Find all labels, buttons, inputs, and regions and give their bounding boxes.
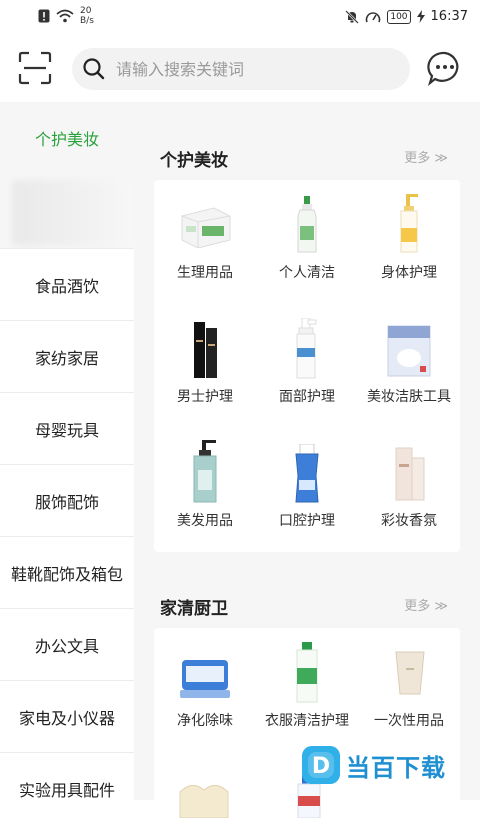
category-sidebar: 个护美妆 食品酒饮 家纺家居 母婴玩具 服饰配饰 鞋靴配饰及箱包 办公文具 家电… [0,102,134,824]
product-grid: 生理用品 个人清洁 身体护理 男士护理 面部护理 美妆洁肤工具 美发用品 口腔护… [154,180,460,552]
search-icon [83,58,105,80]
cleanser-bottle-image [297,196,317,253]
sidebar-item-food[interactable]: 食品酒饮 [0,248,134,320]
sidebar-item-baby-toys[interactable]: 母婴玩具 [0,392,134,464]
status-right: 100 16:37 [345,9,468,24]
mouthwash-bottle-image [295,444,319,503]
sidebar-item-home-textile[interactable]: 家纺家居 [0,320,134,392]
grid-item-body-care[interactable]: 身体护理 [358,180,460,300]
section-title: 个护美妆 [160,151,228,171]
watermark: D 当百下载 [302,746,446,784]
grid-item-hair-care[interactable]: 美发用品 [154,428,256,548]
search-input[interactable] [116,48,396,90]
speedometer-icon [366,11,381,22]
watermark-text: 当百下载 [346,753,446,782]
more-link[interactable]: 更多 ≫ [404,595,448,614]
scan-icon [18,51,52,85]
watermark-logo-icon: D [302,746,340,784]
deodorizer-box-image [180,660,230,698]
tissue-box-image [179,785,229,818]
charging-icon [416,10,425,23]
grid-item-personal-clean[interactable]: 个人清洁 [256,180,358,300]
grid-item-mens-care[interactable]: 男士护理 [154,304,256,424]
pad-box-image [181,207,231,248]
status-left: 20 B/s [38,6,94,26]
message-button[interactable] [427,50,463,87]
sidebar-item-apparel[interactable]: 服饰配饰 [0,464,134,536]
clock: 16:37 [430,9,468,24]
sidebar-item-stationery[interactable]: 办公文具 [0,608,134,680]
category-content: 个护美妆 更多 ≫ 生理用品 个人清洁 身体护理 男士护理 面部护理 美妆洁肤工… [134,102,480,818]
sidebar-item-appliances[interactable]: 家电及小仪器 [0,680,134,752]
grid-item-face-care[interactable]: 面部护理 [256,304,358,424]
product-grid: 净化除味 衣服清洁护理 一次性用品 [154,628,460,818]
grid-item-makeup-tools[interactable]: 美妆洁肤工具 [358,304,460,424]
grid-item-sanitary[interactable]: 生理用品 [154,180,256,300]
more-link[interactable]: 更多 ≫ [404,147,448,166]
detergent-bottle-image [296,642,318,703]
network-speed: 20 B/s [80,6,94,26]
shampoo-bottle-image [193,440,217,503]
grid-item-purify-deodorize[interactable]: 净化除味 [154,628,256,748]
wifi-icon [56,9,74,23]
section-title: 家清厨卫 [160,599,228,619]
sidebar-item-shoes-bags[interactable]: 鞋靴配饰及箱包 [0,536,134,608]
top-bar [0,36,480,102]
cosmetic-bottle-image [395,447,425,501]
pump-bottle-image [400,194,418,253]
grid-item-disposables[interactable]: 一次性用品 [358,628,460,748]
alert-icon [38,9,50,23]
watermark-logo-letter: D [312,754,330,779]
grid-item-oral-care[interactable]: 口腔护理 [256,428,358,548]
cotton-pad-bag-image [387,325,431,377]
foam-bottle-image [296,318,317,379]
sidebar-item-blurred [12,180,134,246]
grid-item-cosmetics-fragrance[interactable]: 彩妆香氛 [358,428,460,548]
mute-bell-icon [345,9,360,24]
sidebar-item-lab-supplies[interactable]: 实验用具配件 [0,752,134,824]
sidebar-item-active[interactable]: 个护美妆 [0,102,134,174]
battery-indicator: 100 [387,9,411,24]
status-bar: 20 B/s 100 16:37 [0,0,480,36]
paper-cup-image [395,651,425,695]
message-icon [427,51,459,87]
grid-item-laundry-care[interactable]: 衣服清洁护理 [256,628,358,748]
search-bar[interactable] [72,48,410,90]
scan-button[interactable] [18,51,52,85]
mens-bottle-image [194,322,217,378]
